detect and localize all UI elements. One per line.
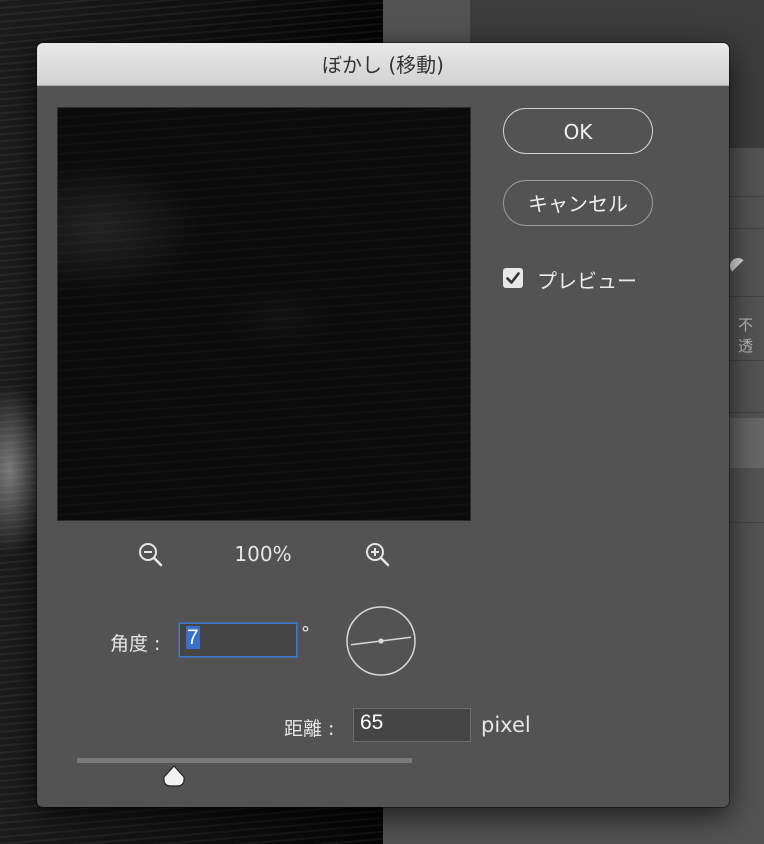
distance-input[interactable]: 65	[353, 708, 471, 742]
zoom-level: 100%	[234, 542, 292, 566]
distance-unit: pixel	[481, 713, 531, 737]
zoom-in-icon[interactable]	[363, 540, 393, 570]
angle-dial-icon[interactable]	[345, 605, 417, 677]
preview-area[interactable]	[57, 107, 471, 521]
motion-blur-dialog: ぼかし (移動) 100% OK キャンセル プレビュー 角度 : 7 ° 距離…	[37, 43, 729, 807]
degree-unit: °	[301, 623, 310, 644]
background-opacity-label: 不透	[738, 316, 754, 355]
zoom-out-icon[interactable]	[136, 540, 166, 570]
angle-label: 角度 :	[110, 633, 161, 655]
dialog-title: ぼかし (移動)	[37, 43, 729, 86]
distance-slider-thumb[interactable]	[161, 764, 187, 788]
angle-input[interactable]: 7	[179, 623, 297, 657]
distance-slider-track[interactable]	[77, 758, 412, 763]
angle-value: 7	[186, 626, 200, 649]
preview-label: プレビュー	[537, 269, 637, 293]
ok-button[interactable]: OK	[503, 108, 653, 154]
preview-checkbox[interactable]	[503, 268, 523, 288]
distance-label: 距離 :	[284, 718, 335, 740]
checkmark-icon	[506, 272, 520, 284]
cancel-button[interactable]: キャンセル	[503, 180, 653, 226]
layer-mask-icon	[730, 258, 746, 274]
